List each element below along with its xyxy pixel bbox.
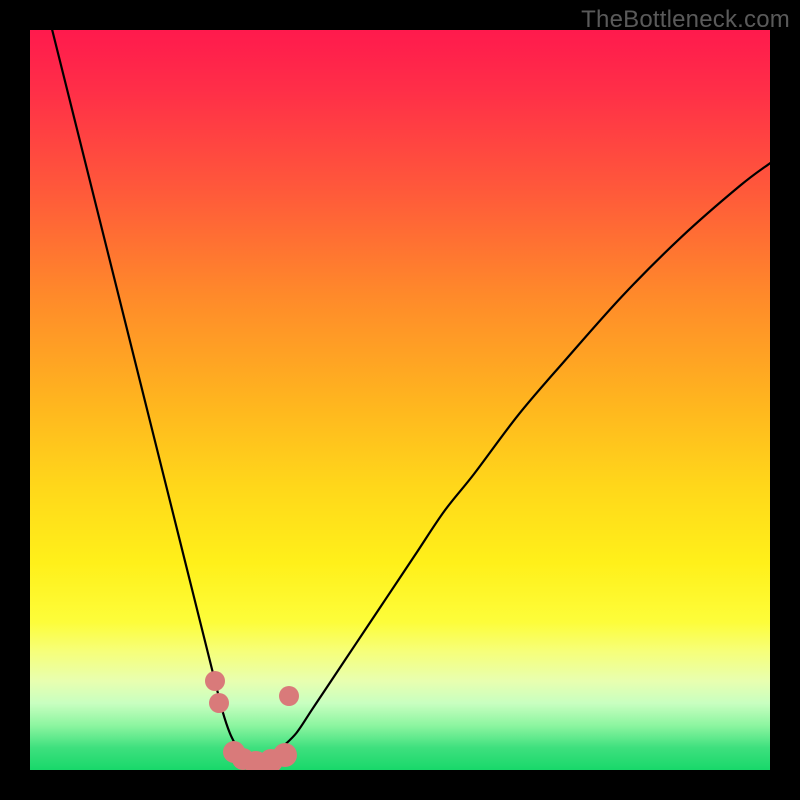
curve-marker: [273, 743, 297, 767]
curve-marker: [205, 671, 225, 691]
curve-marker: [209, 693, 229, 713]
curve-marker: [279, 686, 299, 706]
plot-area: [30, 30, 770, 770]
curve-markers: [30, 30, 770, 770]
chart-frame: TheBottleneck.com: [0, 0, 800, 800]
